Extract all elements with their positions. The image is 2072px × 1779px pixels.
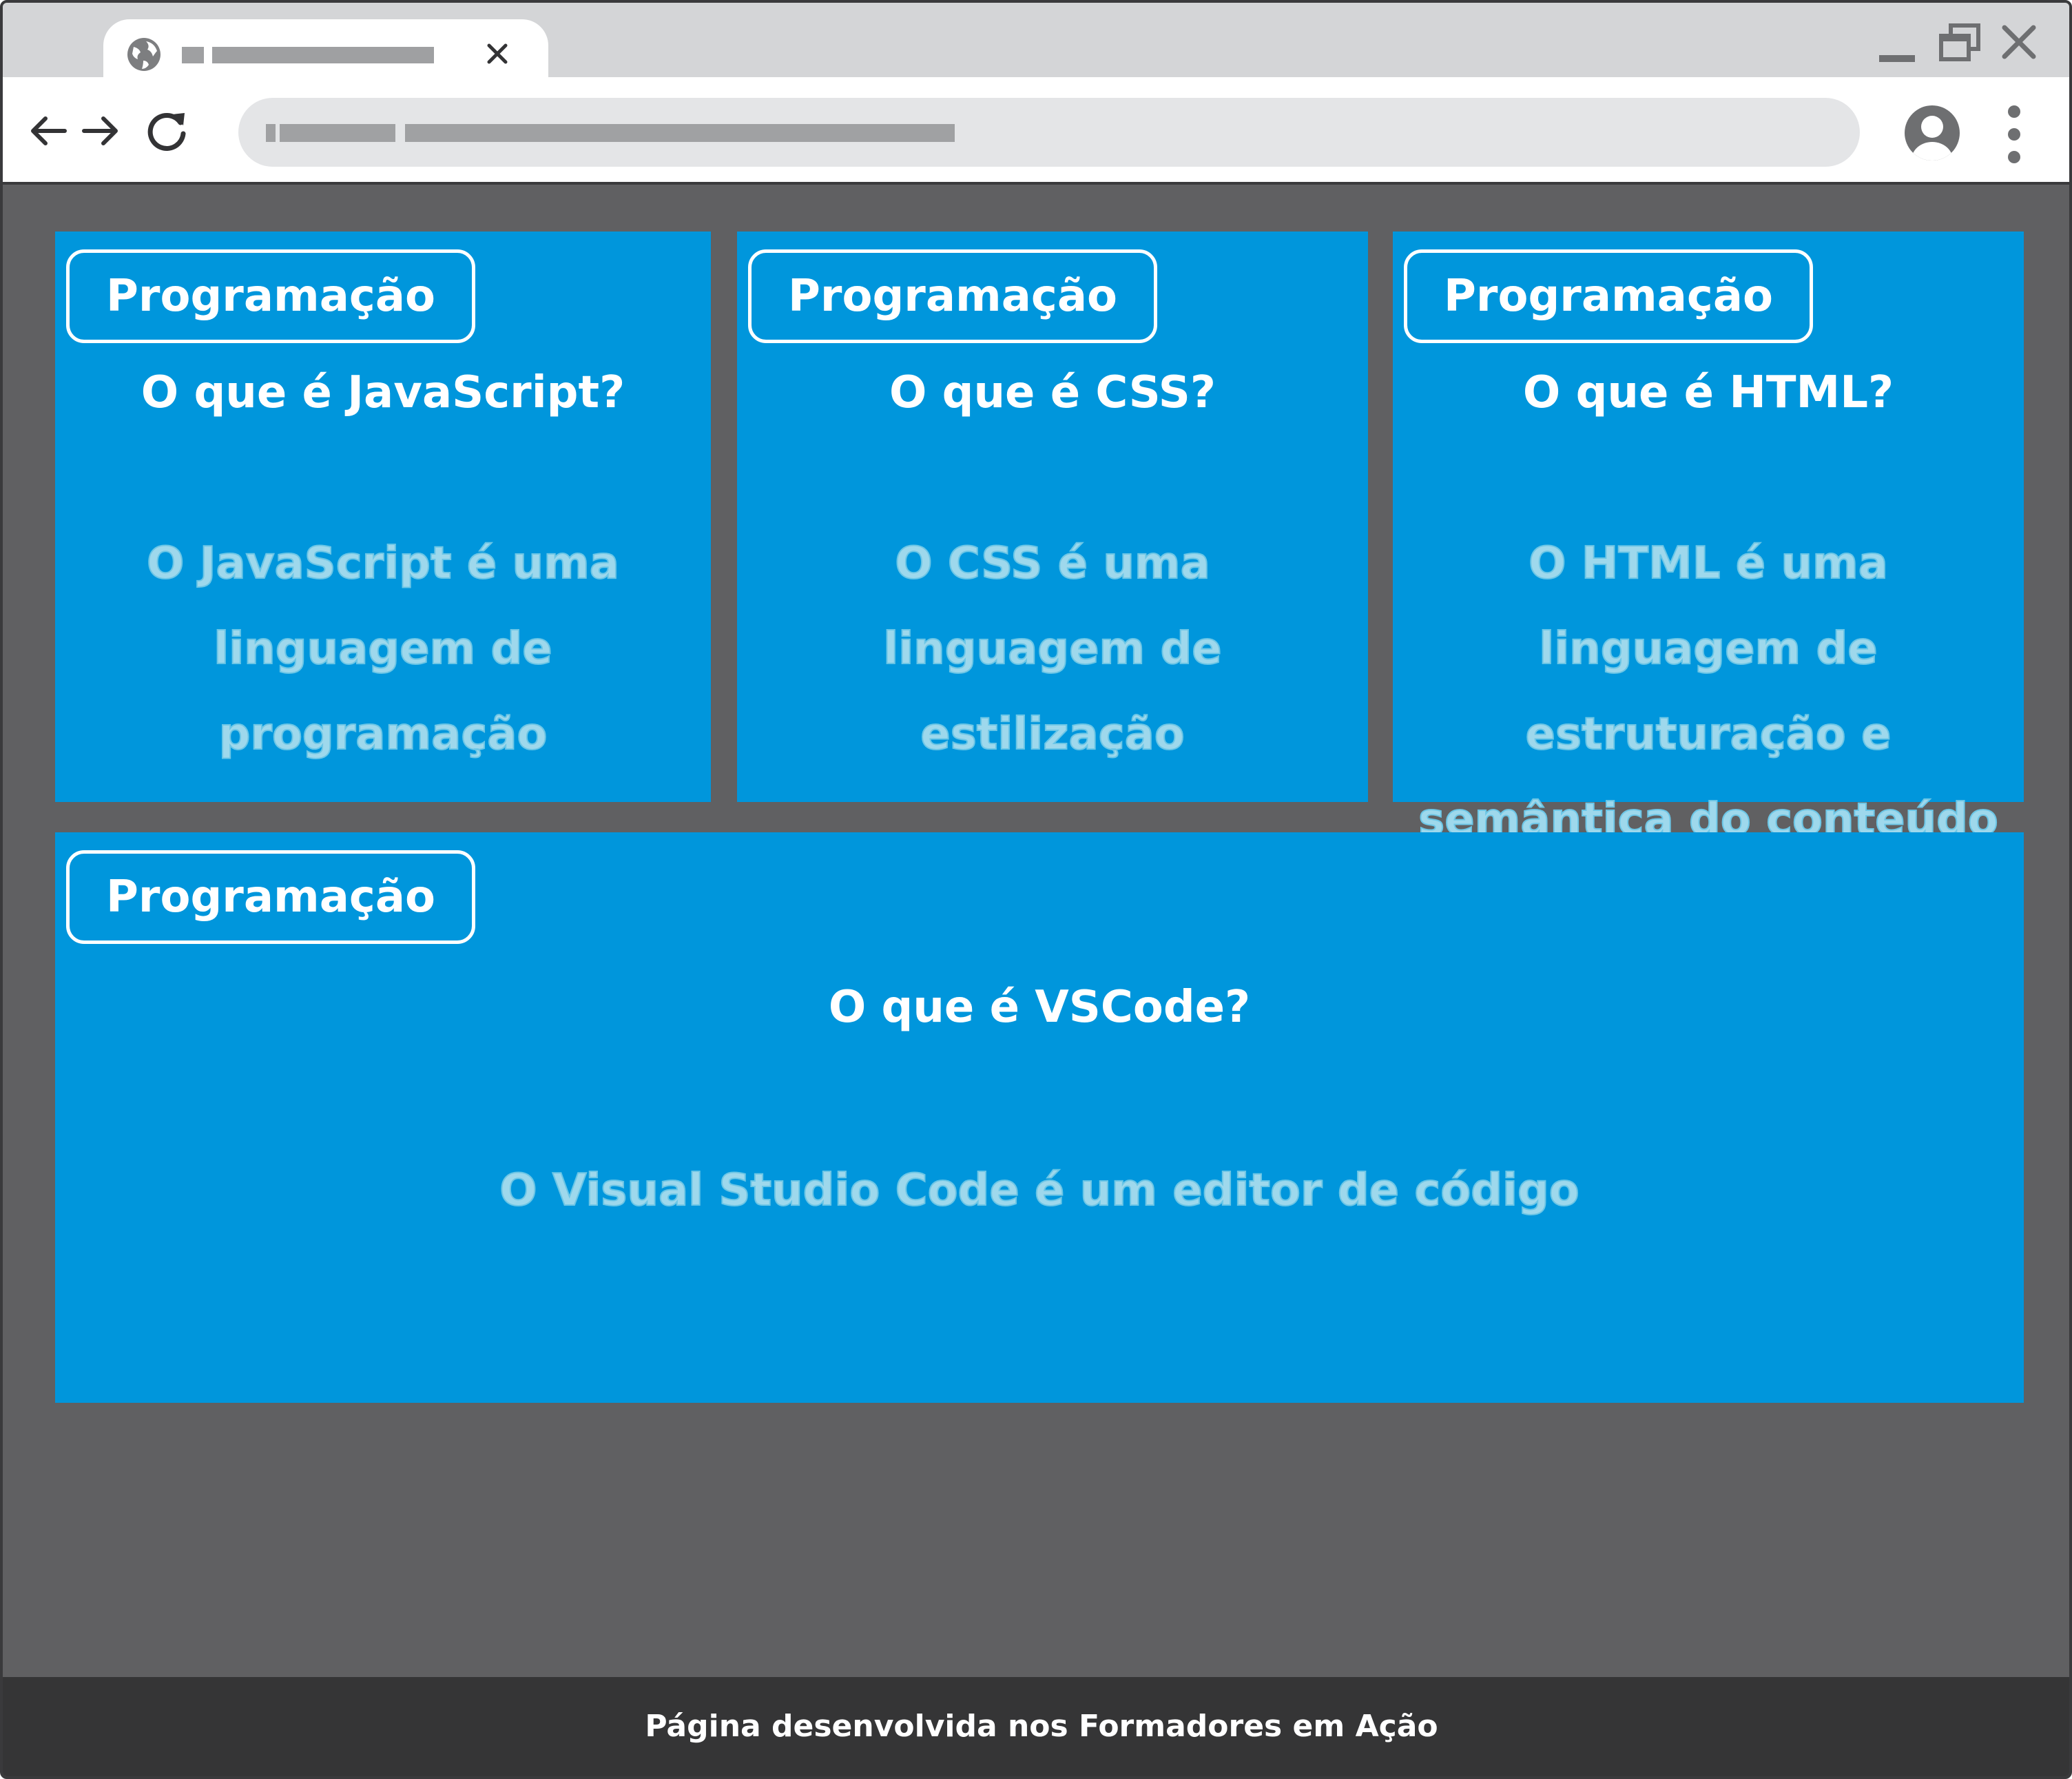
reload-icon[interactable] — [145, 107, 190, 153]
card-question: O que é HTML? — [1522, 367, 1894, 418]
kebab-menu-icon[interactable] — [2000, 103, 2028, 165]
card-question: O que é VSCode? — [828, 982, 1251, 1033]
category-badge[interactable]: Programação — [66, 249, 475, 343]
tab-title-placeholder — [212, 47, 434, 63]
card-question: O que é CSS? — [889, 367, 1216, 418]
card-css: Programação O que é CSS? O CSS é uma lin… — [737, 232, 1368, 802]
page-footer: Página desenvolvida nos Formadores em Aç… — [3, 1677, 2069, 1776]
card-vscode: Programação O que é VSCode? O Visual Stu… — [55, 832, 2024, 1403]
footer-text: Página desenvolvida nos Formadores em Aç… — [645, 1709, 1438, 1744]
browser-tab[interactable] — [103, 19, 548, 77]
minimize-icon[interactable] — [1879, 55, 1915, 62]
url-placeholder — [280, 124, 395, 142]
arrow-right-icon[interactable] — [80, 110, 121, 152]
category-badge[interactable]: Programação — [1404, 249, 1813, 343]
url-placeholder — [266, 124, 276, 142]
card-question: O que é JavaScript? — [141, 367, 625, 418]
tab-strip — [3, 3, 2069, 77]
browser-window: Programação O que é JavaScript? O JavaSc… — [0, 0, 2072, 1779]
user-icon[interactable] — [1903, 103, 1962, 163]
card-javascript: Programação O que é JavaScript? O JavaSc… — [55, 232, 711, 802]
url-placeholder — [405, 124, 955, 142]
category-badge[interactable]: Programação — [66, 850, 475, 944]
arrow-left-icon[interactable] — [28, 110, 69, 152]
card-answer: O Visual Studio Code é um editor de códi… — [499, 1164, 1580, 1217]
card-answer: O HTML é uma linguagem de estruturação e… — [1418, 537, 1999, 846]
browser-toolbar — [3, 77, 2069, 185]
card-answer: O JavaScript é uma linguagem de programa… — [146, 537, 620, 761]
tab-title-placeholder — [182, 47, 204, 63]
card-html: Programação O que é HTML? O HTML é uma l… — [1393, 232, 2024, 846]
globe-icon — [127, 38, 160, 71]
category-badge[interactable]: Programação — [748, 249, 1157, 343]
card-answer: O CSS é uma linguagem de estilização — [882, 537, 1222, 761]
close-icon[interactable] — [484, 40, 511, 68]
close-icon[interactable] — [2000, 23, 2038, 61]
restore-icon[interactable] — [1938, 23, 1981, 63]
address-bar[interactable] — [238, 98, 1860, 167]
